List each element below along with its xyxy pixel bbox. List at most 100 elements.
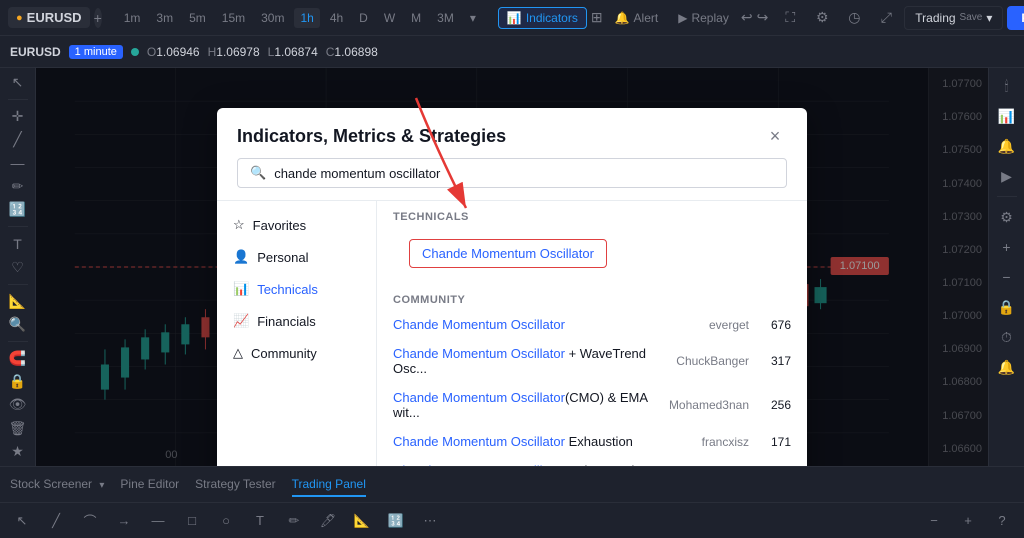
search-box[interactable]: 🔍 <box>237 158 787 188</box>
tf-4h[interactable]: 4h <box>324 8 349 28</box>
tab-pine-editor[interactable]: Pine Editor <box>120 473 179 497</box>
sidebar-personal[interactable]: 👤 Personal <box>217 241 376 273</box>
result-count-2: 256 <box>761 398 791 412</box>
fib-tool[interactable]: 🔢 <box>4 199 32 220</box>
tf-dropdown[interactable]: ▾ <box>464 8 482 28</box>
drawing-help[interactable]: ? <box>988 507 1016 535</box>
drawing-line[interactable]: ╱ <box>42 507 70 535</box>
technicals-icon: 📊 <box>233 281 249 297</box>
sidebar-favorites-label: Favorites <box>253 218 306 233</box>
search-input[interactable] <box>274 166 774 181</box>
drawing-zoom-in-chart[interactable]: + <box>954 507 982 535</box>
add-symbol-button[interactable]: + <box>94 8 102 28</box>
timeframe-badge[interactable]: 1 minute <box>69 45 123 59</box>
tf-1m[interactable]: 1m <box>118 8 147 28</box>
magnet-tool[interactable]: 🧲 <box>4 348 32 369</box>
trading-panel-label: Trading Panel <box>292 477 366 491</box>
clock-button[interactable]: ◷ <box>840 4 868 32</box>
rt-replay[interactable]: ▶ <box>993 162 1021 190</box>
tf-m[interactable]: M <box>405 8 427 28</box>
drawing-more[interactable]: ⋯ <box>416 507 444 535</box>
rt-zoom-in[interactable]: + <box>993 233 1021 261</box>
rt-scroll-lock[interactable]: 🔒 <box>993 293 1021 321</box>
crosshair-tool[interactable]: ✛ <box>4 106 32 127</box>
expand-button[interactable]: ⤢ <box>872 4 900 32</box>
stock-screener-dropdown[interactable]: ▾ <box>99 480 104 491</box>
tf-1h[interactable]: 1h <box>294 8 319 28</box>
drawing-horizontal[interactable]: — <box>144 507 172 535</box>
sidebar-financials[interactable]: 📈 Financials <box>217 305 376 337</box>
drawing-rect[interactable]: □ <box>178 507 206 535</box>
result-row-2[interactable]: Chande Momentum Oscillator(CMO) & EMA wi… <box>377 383 807 427</box>
tab-trading-panel[interactable]: Trading Panel <box>292 473 366 497</box>
rt-zoom-out[interactable]: − <box>993 263 1021 291</box>
rt-time[interactable]: ⏱ <box>993 323 1021 351</box>
alert-icon: 🔔 <box>615 11 630 25</box>
rt-alert[interactable]: 🔔 <box>993 132 1021 160</box>
result-name-0: Chande Momentum Oscillator <box>393 317 669 332</box>
trash-tool[interactable]: 🗑 <box>4 418 32 439</box>
stock-screener-label: Stock Screener <box>10 477 92 491</box>
sidebar-favorites[interactable]: ☆ Favorites <box>217 209 376 241</box>
star-tool[interactable]: ★ <box>4 441 32 462</box>
indicators-button[interactable]: 📊 Indicators <box>498 7 587 29</box>
lt-sep-2 <box>8 226 28 227</box>
trading-button[interactable]: Trading Save ▾ <box>904 6 1003 30</box>
sidebar-technicals[interactable]: 📊 Technicals <box>217 273 376 305</box>
ruler-tool[interactable]: 📐 <box>4 290 32 311</box>
tf-3m[interactable]: 3m <box>150 8 179 28</box>
undo-button[interactable]: ↩ <box>741 4 753 32</box>
drawing-path[interactable]: ✏ <box>280 507 308 535</box>
settings-button[interactable]: ⚙ <box>808 4 836 32</box>
tf-d[interactable]: D <box>353 8 374 28</box>
eye-tool[interactable]: 👁 <box>4 394 32 415</box>
modal-close-button[interactable]: × <box>763 124 787 148</box>
featured-result[interactable]: Chande Momentum Oscillator <box>409 239 607 268</box>
drawing-circle[interactable]: ○ <box>212 507 240 535</box>
sidebar-community[interactable]: △ Community <box>217 337 376 369</box>
tf-3m-long[interactable]: 3M <box>431 8 460 28</box>
publish-button[interactable]: Publish <box>1007 6 1024 30</box>
symbol-info-bar: EURUSD 1 minute O1.06946 H1.06978 L1.068… <box>0 36 1024 68</box>
drawing-arrow[interactable]: → <box>110 507 138 535</box>
zoom-tool[interactable]: 🔍 <box>4 314 32 335</box>
replay-button[interactable]: ▶ Replay <box>670 8 737 28</box>
result-row-3[interactable]: Chande Momentum Oscillator Exhaustion fr… <box>377 427 807 456</box>
rt-settings[interactable]: ⚙ <box>993 203 1021 231</box>
result-row-0[interactable]: Chande Momentum Oscillator everget 676 <box>377 310 807 339</box>
tf-30m[interactable]: 30m <box>255 8 290 28</box>
text-tool[interactable]: T <box>4 233 32 254</box>
cursor-tool[interactable]: ↖ <box>4 72 32 93</box>
tf-15m[interactable]: 15m <box>216 8 251 28</box>
result-row-4[interactable]: Chande Momentum Oscillator - Alerts and … <box>377 456 807 466</box>
brush-tool[interactable]: ✏ <box>4 176 32 197</box>
horizontal-line-tool[interactable]: — <box>4 153 32 174</box>
trend-line-tool[interactable]: ╱ <box>4 129 32 150</box>
tab-stock-screener[interactable]: Stock Screener ▾ <box>10 473 104 497</box>
rt-chart-type[interactable]: 🕯 <box>993 72 1021 100</box>
tab-strategy-tester[interactable]: Strategy Tester <box>195 473 275 497</box>
heart-tool[interactable]: ♡ <box>4 256 32 277</box>
layout-button[interactable]: ⊞ <box>591 4 603 32</box>
drawing-fib[interactable]: 🔢 <box>382 507 410 535</box>
drawing-zoom-out-chart[interactable]: − <box>920 507 948 535</box>
rt-indicators[interactable]: 📊 <box>993 102 1021 130</box>
result-author-0: everget <box>669 318 749 332</box>
alert-button[interactable]: 🔔 Alert <box>607 8 667 28</box>
drawing-brush[interactable]: 🖊 <box>314 507 342 535</box>
financials-icon: 📈 <box>233 313 249 329</box>
chart-area[interactable]: 1.07100 00 17 12:00 23 09:22:43 (UTC-4) … <box>36 68 988 466</box>
drawing-curve[interactable]: ⌒ <box>76 507 104 535</box>
symbol-selector[interactable]: ● EURUSD <box>8 7 90 28</box>
tf-w[interactable]: W <box>378 8 401 28</box>
drawing-cursor[interactable]: ↖ <box>8 507 36 535</box>
tf-5m[interactable]: 5m <box>183 8 212 28</box>
drawing-text[interactable]: T <box>246 507 274 535</box>
drawing-measure[interactable]: 📐 <box>348 507 376 535</box>
result-row-1[interactable]: Chande Momentum Oscillator + WaveTrend O… <box>377 339 807 383</box>
rt-notifications[interactable]: 🔔 <box>993 353 1021 381</box>
fullscreen-button[interactable]: ⛶ <box>776 4 804 32</box>
ohlc-high: H1.06978 <box>208 45 260 59</box>
lock-tool[interactable]: 🔒 <box>4 371 32 392</box>
redo-button[interactable]: ↪ <box>757 4 769 32</box>
